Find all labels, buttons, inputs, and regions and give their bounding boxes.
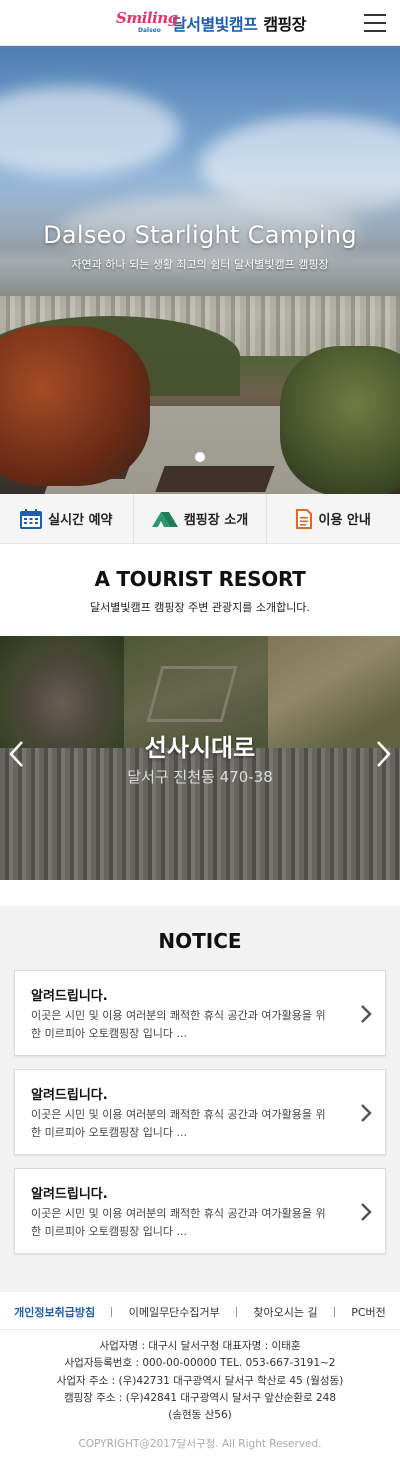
footer-divider [333, 1306, 335, 1317]
email-refusal-link[interactable]: 이메일무단수집거부 [129, 1304, 220, 1320]
tourist-slider[interactable]: 선사시대로 달서구 진천동 470-38 [0, 636, 400, 880]
quick-reservation-label: 실시간 예약 [48, 513, 113, 528]
hero-title: Dalseo Starlight Camping [43, 221, 357, 249]
logo-sub-text: 캠핑장 [263, 15, 306, 34]
directions-link[interactable]: 찾아오시는 길 [253, 1304, 317, 1320]
tourist-spot-address: 달서구 진천동 470-38 [127, 768, 273, 786]
chevron-right-icon [361, 1104, 372, 1122]
logo-main-text: 달서별빛캠프 [172, 15, 258, 34]
notice-item-title: 알려드립니다. [31, 989, 108, 1004]
chevron-right-icon[interactable] [372, 740, 394, 768]
quick-reservation-button[interactable]: 실시간 예약 [0, 494, 134, 543]
notice-item[interactable]: 알려드립니다. 이곳은 시민 및 이용 여러분의 쾌적한 휴식 공간과 여가활용… [14, 1069, 386, 1155]
hero-subtitle: 자연과 하나 되는 생활 최고의 쉼터 달서별빛캠프 캠핑장 [71, 258, 329, 271]
footer-info-line: (송현동 산56) [168, 1409, 232, 1422]
logo-smiling-text: Smiling [116, 9, 178, 27]
privacy-policy-link[interactable]: 개인정보취급방침 [14, 1304, 95, 1320]
chevron-right-icon [361, 1203, 372, 1221]
tourist-spot-name: 선사시대로 [144, 734, 256, 762]
pc-version-link[interactable]: PC버전 [351, 1304, 386, 1320]
chevron-left-icon[interactable] [6, 740, 28, 768]
quick-intro-button[interactable]: 캠핑장 소개 [134, 494, 268, 543]
footer-links: 개인정보취급방침 이메일무단수집거부 찾아오시는 길 PC버전 [0, 1294, 400, 1330]
footer-divider [111, 1306, 113, 1317]
site-logo[interactable]: Smiling Dalseo 달서별빛캠프 캠핑장 [116, 9, 306, 37]
notice-item-body: 이곳은 시민 및 이용 여러분의 쾌적한 휴식 공간과 여가활용을 위한 미르피… [31, 1009, 326, 1040]
notice-item-body: 이곳은 시민 및 이용 여러분의 쾌적한 휴식 공간과 여가활용을 위한 미르피… [31, 1207, 326, 1238]
notice-item-title: 알려드립니다. [31, 1187, 108, 1202]
calendar-icon [20, 508, 43, 529]
hero-banner: Dalseo Starlight Camping 자연과 하나 되는 생활 최고… [0, 46, 400, 494]
footer-divider [236, 1306, 238, 1317]
smiling-dalseo-logo: Smiling Dalseo [116, 9, 178, 37]
footer-info-line: 사업자명 : 대구시 달서구청 대표자명 : 이태훈 [99, 1340, 301, 1352]
notice-item[interactable]: 알려드립니다. 이곳은 시민 및 이용 여러분의 쾌적한 휴식 공간과 여가활용… [14, 1168, 386, 1254]
footer-copyright: COPYRIGHT@2017달서구청. All Right Reserved. [78, 1438, 322, 1450]
quick-guide-label: 이용 안내 [318, 513, 371, 528]
footer-info-line: 사업자등록번호 : 000-00-00000 TEL. 053-667-3191… [64, 1357, 336, 1370]
notice-title: NOTICE [158, 929, 242, 953]
tourist-section-description: 달서별빛캠프 캠핑장 주변 관광지를 소개합니다. [90, 601, 310, 614]
footer-info-line: 캠핑장 주소 : (우)42841 대구광역시 달서구 앞산순환로 248 [63, 1391, 337, 1404]
notice-item[interactable]: 알려드립니다. 이곳은 시민 및 이용 여러분의 쾌적한 휴식 공간과 여가활용… [14, 970, 386, 1056]
quick-intro-label: 캠핑장 소개 [183, 513, 249, 528]
hamburger-menu-icon[interactable] [364, 14, 386, 32]
header: Smiling Dalseo 달서별빛캠프 캠핑장 [0, 0, 400, 46]
footer-business-info: 사업자명 : 대구시 달서구청 대표자명 : 이태훈 사업자등록번호 : 000… [0, 1338, 400, 1424]
notice-item-title: 알려드립니다. [31, 1088, 108, 1103]
tourist-section-title: A TOURIST RESORT [94, 567, 306, 591]
document-icon [296, 508, 313, 529]
hero-pagination-dot[interactable] [195, 452, 205, 462]
logo-dalseo-text: Dalseo [138, 27, 161, 34]
quick-guide-button[interactable]: 이용 안내 [267, 494, 400, 543]
quick-menu: 실시간 예약 캠핑장 소개 이용 안내 [0, 494, 400, 544]
footer-info-line: 사업자 주소 : (우)42731 대구광역시 달서구 학산로 45 (월성동) [56, 1374, 344, 1387]
tent-icon [151, 511, 178, 527]
chevron-right-icon [361, 1005, 372, 1023]
notice-item-body: 이곳은 시민 및 이용 여러분의 쾌적한 휴식 공간과 여가활용을 위한 미르피… [31, 1108, 326, 1139]
